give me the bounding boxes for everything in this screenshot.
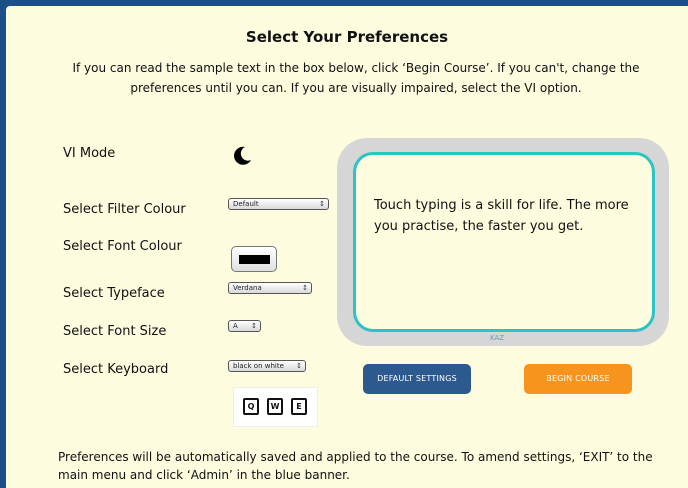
keyboard-preview: Q W E (233, 387, 318, 427)
keyboard-key: W (267, 398, 283, 415)
page-title: Select Your Preferences (245, 28, 449, 46)
moon-icon[interactable] (231, 145, 253, 167)
font-colour-swatch (239, 255, 270, 264)
font-size-select[interactable]: A ↕ (228, 320, 261, 332)
keyboard-label: Select Keyboard (63, 362, 169, 377)
preferences-panel: Select Your Preferences If you can read … (6, 6, 688, 488)
typeface-value: Verdana (233, 284, 262, 292)
font-colour-label: Select Font Colour (63, 239, 182, 254)
filter-colour-value: Default (233, 200, 259, 208)
intro-text: If you can read the sample text in the b… (72, 61, 640, 95)
keyboard-key: E (291, 398, 307, 415)
keyboard-value: black on white (233, 362, 284, 370)
font-size-value: A (233, 322, 238, 330)
filter-colour-label: Select Filter Colour (63, 202, 186, 217)
select-arrow-icon: ↕ (251, 322, 257, 330)
typeface-select[interactable]: Verdana ↕ (228, 282, 312, 294)
font-colour-picker[interactable] (231, 246, 277, 272)
typeface-label: Select Typeface (63, 286, 165, 301)
begin-course-button[interactable]: BEGIN COURSE (524, 364, 632, 394)
filter-colour-select[interactable]: Default ↕ (228, 198, 329, 210)
sample-text-box: Touch typing is a skill for life. The mo… (353, 152, 655, 332)
footer-note: Preferences will be automatically saved … (58, 450, 653, 482)
keyboard-select[interactable]: black on white ↕ (228, 360, 306, 372)
select-arrow-icon: ↕ (302, 284, 308, 292)
kaz-watermark: KAZ (490, 334, 505, 342)
default-settings-button[interactable]: DEFAULT SETTINGS (363, 364, 471, 394)
sample-text: Touch typing is a skill for life. The mo… (374, 198, 629, 234)
select-arrow-icon: ↕ (319, 200, 325, 208)
select-arrow-icon: ↕ (296, 362, 302, 370)
keyboard-key: Q (243, 398, 259, 415)
font-size-label: Select Font Size (63, 324, 167, 339)
vi-mode-label: VI Mode (63, 146, 116, 161)
